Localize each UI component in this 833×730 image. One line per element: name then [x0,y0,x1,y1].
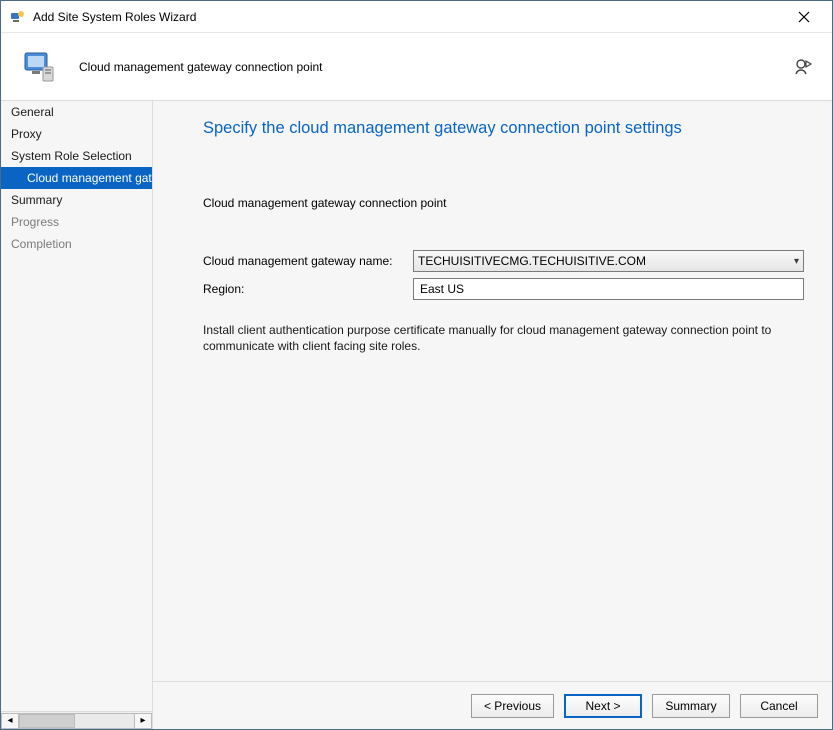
page-title: Specify the cloud management gateway con… [203,119,804,138]
region-value: East US [420,282,464,296]
sidebar-item-cloud-management-gateway[interactable]: Cloud management gate [1,167,152,189]
sidebar-item-general[interactable]: General [1,101,152,123]
header-subtitle: Cloud management gateway connection poin… [79,60,323,74]
content-area: Specify the cloud management gateway con… [153,101,832,729]
wizard-header: Cloud management gateway connection poin… [1,33,832,101]
sidebar-item-proxy[interactable]: Proxy [1,123,152,145]
gateway-name-label: Cloud management gateway name: [203,254,413,268]
computer-icon [19,47,59,87]
sidebar-item-completion[interactable]: Completion [1,233,152,255]
scroll-left-arrow[interactable]: ◂ [1,713,19,729]
section-label: Cloud management gateway connection poin… [203,196,804,210]
window-title: Add Site System Roles Wizard [33,10,784,24]
feedback-icon[interactable] [792,56,814,78]
scroll-right-arrow[interactable]: ▸ [134,713,152,729]
chevron-down-icon: ▾ [794,256,799,267]
region-label: Region: [203,282,413,296]
sidebar-item-summary[interactable]: Summary [1,189,152,211]
row-region: Region: East US [203,278,804,300]
app-icon [9,9,25,25]
previous-button[interactable]: < Previous [471,694,554,718]
sidebar-item-system-role-selection[interactable]: System Role Selection [1,145,152,167]
titlebar: Add Site System Roles Wizard [1,1,832,33]
sidebar-list: General Proxy System Role Selection Clou… [1,101,152,711]
install-cert-note: Install client authentication purpose ce… [203,322,803,354]
row-gateway-name: Cloud management gateway name: TECHUISIT… [203,250,804,272]
close-icon [798,11,810,23]
scroll-track[interactable] [19,713,134,729]
wizard-footer: < Previous Next > Summary Cancel [153,681,832,729]
summary-button[interactable]: Summary [652,694,730,718]
gateway-name-value: TECHUISITIVECMG.TECHUISITIVE.COM [418,254,646,268]
wizard-body: General Proxy System Role Selection Clou… [1,101,832,729]
wizard-window: Add Site System Roles Wizard Cloud manag… [0,0,833,730]
scroll-thumb[interactable] [19,714,75,728]
close-button[interactable] [784,3,824,31]
sidebar-horizontal-scrollbar[interactable]: ◂ ▸ [1,711,152,729]
next-button[interactable]: Next > [564,694,642,718]
sidebar-item-progress[interactable]: Progress [1,211,152,233]
cancel-button[interactable]: Cancel [740,694,818,718]
sidebar: General Proxy System Role Selection Clou… [1,101,153,729]
gateway-name-select[interactable]: TECHUISITIVECMG.TECHUISITIVE.COM ▾ [413,250,804,272]
region-textbox[interactable]: East US [413,278,804,300]
